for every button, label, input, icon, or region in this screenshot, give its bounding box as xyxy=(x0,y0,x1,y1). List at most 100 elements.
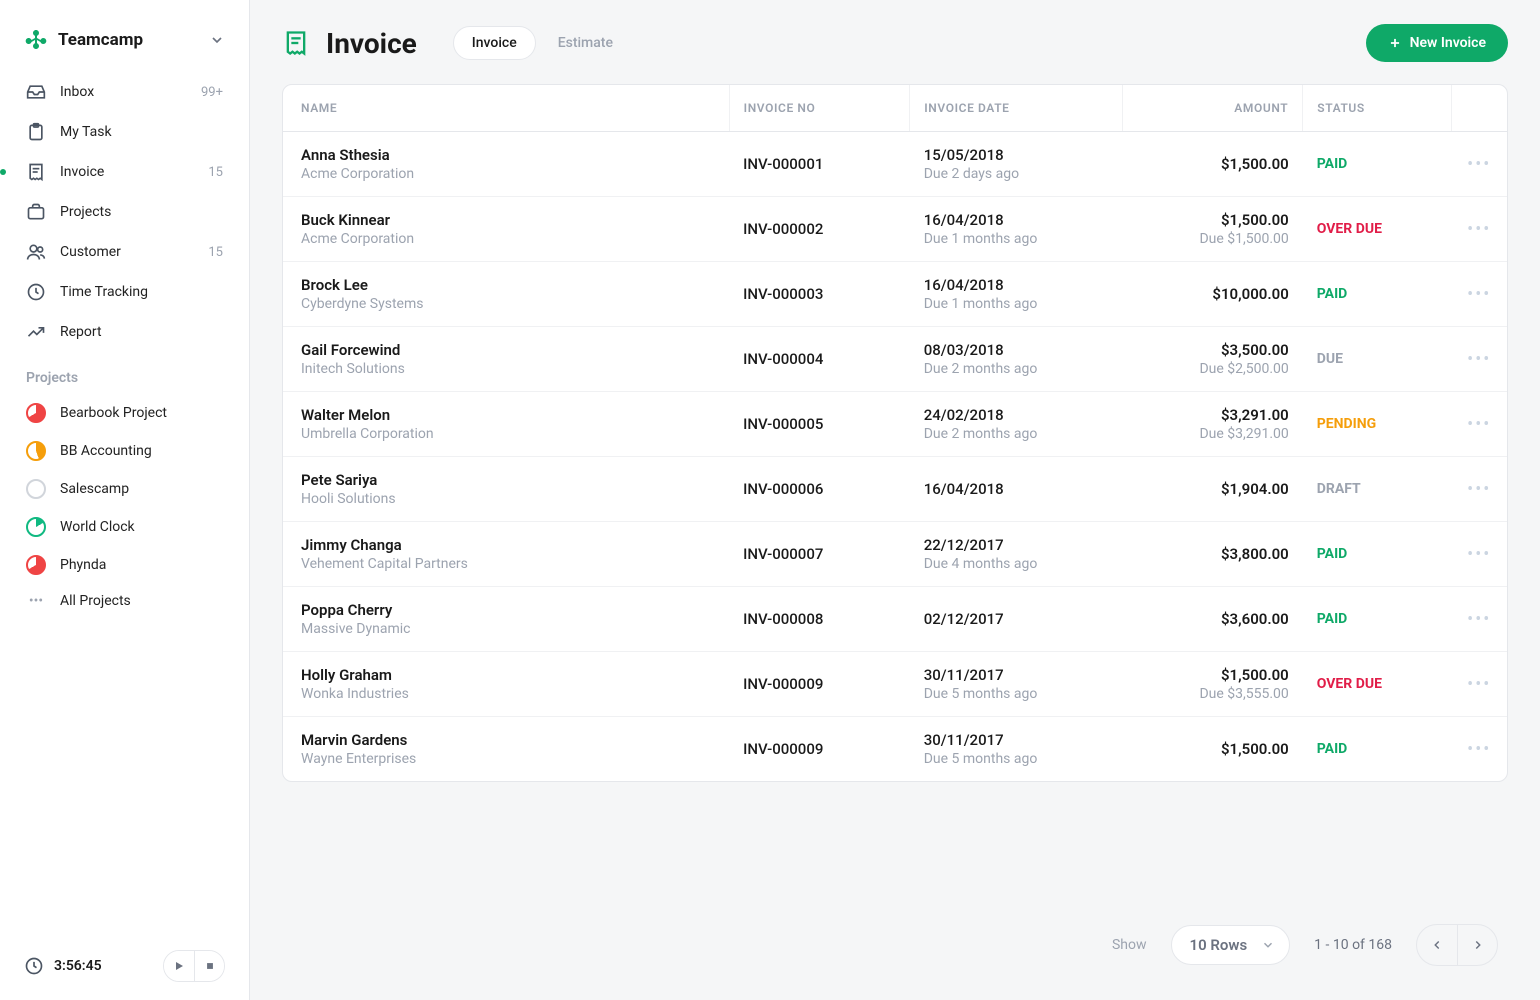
col-header-name[interactable]: NAME xyxy=(283,85,729,132)
due-text: Due 2 days ago xyxy=(924,166,1108,182)
invoice-icon xyxy=(26,162,46,182)
table-row[interactable]: Gail Forcewind Initech Solutions INV-000… xyxy=(283,327,1507,392)
prev-page-button[interactable] xyxy=(1417,925,1457,965)
tab-invoice[interactable]: Invoice xyxy=(453,26,536,60)
col-header-date[interactable]: INVOICE DATE xyxy=(910,85,1122,132)
row-actions-icon[interactable]: ••• xyxy=(1467,609,1491,630)
nav-item-badge: 15 xyxy=(208,245,223,260)
invoice-date: 22/12/2017 xyxy=(924,536,1108,554)
page-header: Invoice InvoiceEstimate New Invoice xyxy=(282,24,1508,62)
report-icon xyxy=(26,322,46,342)
status-badge: DUE xyxy=(1317,351,1343,367)
invoice-date: 15/05/2018 xyxy=(924,146,1108,164)
due-text: Due 2 months ago xyxy=(924,426,1108,442)
pagination: Show 10 Rows 1 - 10 of 168 xyxy=(282,896,1508,976)
company-name: Cyberdyne Systems xyxy=(301,296,715,312)
col-header-invoice-no[interactable]: INVOICE NO xyxy=(729,85,910,132)
invoice-page-icon xyxy=(282,29,310,57)
customer-name: Pete Sariya xyxy=(301,471,715,489)
row-actions-icon[interactable]: ••• xyxy=(1467,284,1491,305)
page-title: Invoice xyxy=(326,27,417,60)
nav-item-report[interactable]: Report xyxy=(10,312,239,352)
nav-item-time[interactable]: Time Tracking xyxy=(10,272,239,312)
timer-play-button[interactable] xyxy=(164,951,194,981)
new-invoice-button[interactable]: New Invoice xyxy=(1366,24,1508,62)
company-name: Wayne Enterprises xyxy=(301,751,715,767)
nav-item-badge: 99+ xyxy=(201,85,223,100)
amount: $3,500.00 xyxy=(1136,341,1289,359)
row-actions-icon[interactable]: ••• xyxy=(1467,154,1491,175)
project-item[interactable]: Phynda xyxy=(10,546,239,584)
brand[interactable]: Teamcamp xyxy=(0,18,249,72)
row-actions-icon[interactable]: ••• xyxy=(1467,674,1491,695)
row-actions-icon[interactable]: ••• xyxy=(1467,479,1491,500)
due-text: Due 1 months ago xyxy=(924,231,1108,247)
amount-due: Due $3,555.00 xyxy=(1136,686,1289,702)
projects-section-title: Projects xyxy=(0,352,249,394)
status-badge: DRAFT xyxy=(1317,481,1361,497)
customer-name: Jimmy Changa xyxy=(301,536,715,554)
company-name: Massive Dynamic xyxy=(301,621,715,637)
next-page-button[interactable] xyxy=(1457,925,1497,965)
nav-item-label: Projects xyxy=(60,204,111,220)
invoice-date: 30/11/2017 xyxy=(924,666,1108,684)
row-actions-icon[interactable]: ••• xyxy=(1467,544,1491,565)
status-badge: PAID xyxy=(1317,546,1348,562)
project-item[interactable]: World Clock xyxy=(10,508,239,546)
table-row[interactable]: Anna Sthesia Acme Corporation INV-000001… xyxy=(283,132,1507,197)
nav-item-mytask[interactable]: My Task xyxy=(10,112,239,152)
col-header-status[interactable]: STATUS xyxy=(1303,85,1452,132)
row-actions-icon[interactable]: ••• xyxy=(1467,414,1491,435)
invoice-date: 02/12/2017 xyxy=(924,610,1108,628)
invoice-table: NAME INVOICE NO INVOICE DATE AMOUNT STAT… xyxy=(282,84,1508,782)
table-row[interactable]: Pete Sariya Hooli Solutions INV-000006 1… xyxy=(283,457,1507,522)
tab-estimate[interactable]: Estimate xyxy=(540,27,631,59)
col-header-amount[interactable]: AMOUNT xyxy=(1122,85,1303,132)
nav-item-label: My Task xyxy=(60,124,112,140)
project-progress-icon xyxy=(26,403,46,423)
nav-item-projects[interactable]: Projects xyxy=(10,192,239,232)
col-header-actions xyxy=(1451,85,1507,132)
table-row[interactable]: Brock Lee Cyberdyne Systems INV-000003 1… xyxy=(283,262,1507,327)
table-row[interactable]: Poppa Cherry Massive Dynamic INV-000008 … xyxy=(283,587,1507,652)
nav-item-inbox[interactable]: Inbox 99+ xyxy=(10,72,239,112)
table-row[interactable]: Walter Melon Umbrella Corporation INV-00… xyxy=(283,392,1507,457)
nav-item-badge: 15 xyxy=(208,165,223,180)
view-tabs: InvoiceEstimate xyxy=(453,26,631,60)
table-row[interactable]: Holly Graham Wonka Industries INV-000009… xyxy=(283,652,1507,717)
project-item[interactable]: BB Accounting xyxy=(10,432,239,470)
nav-item-customer[interactable]: Customer 15 xyxy=(10,232,239,272)
table-row[interactable]: Marvin Gardens Wayne Enterprises INV-000… xyxy=(283,717,1507,782)
project-item[interactable]: Bearbook Project xyxy=(10,394,239,432)
main-content: Invoice InvoiceEstimate New Invoice NAME… xyxy=(250,0,1540,1000)
main-nav: Inbox 99+ My Task Invoice 15 Projects Cu… xyxy=(0,72,249,352)
nav-item-invoice[interactable]: Invoice 15 xyxy=(10,152,239,192)
table-row[interactable]: Buck Kinnear Acme Corporation INV-000002… xyxy=(283,197,1507,262)
status-badge: PAID xyxy=(1317,611,1348,627)
amount: $1,500.00 xyxy=(1136,740,1289,758)
row-actions-icon[interactable]: ••• xyxy=(1467,349,1491,370)
company-name: Umbrella Corporation xyxy=(301,426,715,442)
row-actions-icon[interactable]: ••• xyxy=(1467,739,1491,760)
project-progress-icon xyxy=(26,555,46,575)
invoice-number: INV-000005 xyxy=(729,392,910,457)
rows-per-page-select[interactable]: 10 Rows xyxy=(1171,925,1291,965)
sidebar-footer: 3:56:45 xyxy=(0,950,249,982)
nav-item-label: Customer xyxy=(60,244,121,260)
all-projects-item[interactable]: ••• All Projects xyxy=(10,584,239,618)
customer-icon xyxy=(26,242,46,262)
timer-stop-button[interactable] xyxy=(194,951,224,981)
mytask-icon xyxy=(26,122,46,142)
row-actions-icon[interactable]: ••• xyxy=(1467,219,1491,240)
table-row[interactable]: Jimmy Changa Vehement Capital Partners I… xyxy=(283,522,1507,587)
status-badge: OVER DUE xyxy=(1317,676,1382,692)
projects-icon xyxy=(26,202,46,222)
more-horizontal-icon: ••• xyxy=(26,593,46,609)
project-item[interactable]: Salescamp xyxy=(10,470,239,508)
amount-due: Due $2,500.00 xyxy=(1136,361,1289,377)
workspace-chevron-icon[interactable] xyxy=(209,32,225,48)
projects-list: Bearbook Project BB Accounting Salescamp… xyxy=(0,394,249,618)
invoice-number: INV-000003 xyxy=(729,262,910,327)
amount: $10,000.00 xyxy=(1136,285,1289,303)
plus-icon xyxy=(1388,36,1402,50)
